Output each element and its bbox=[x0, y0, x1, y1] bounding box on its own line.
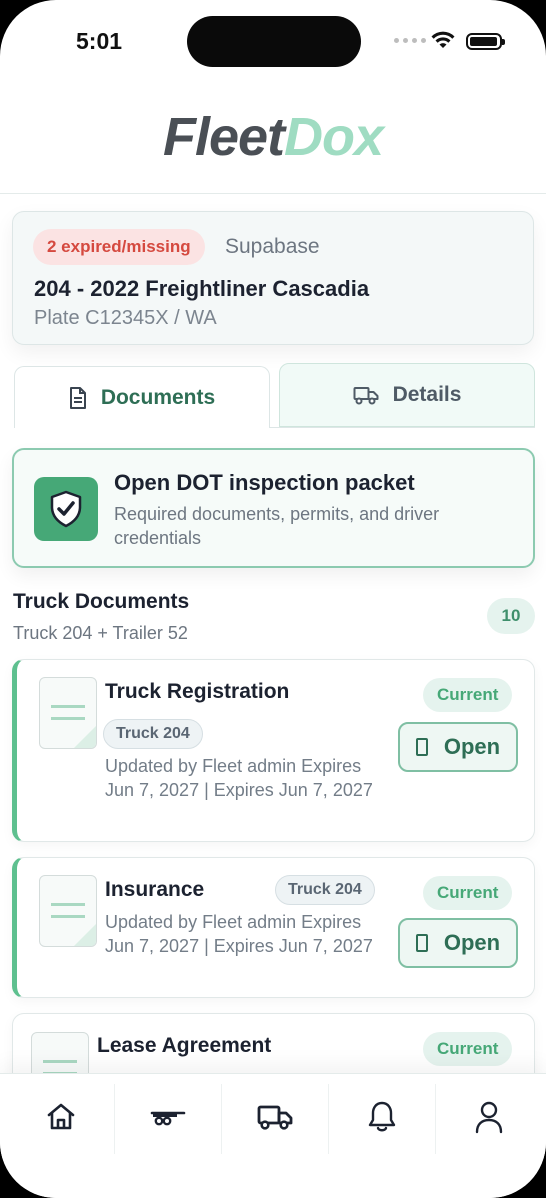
document-status-badge: Current bbox=[423, 1032, 513, 1066]
nav-home[interactable] bbox=[7, 1074, 114, 1160]
truck-icon bbox=[353, 387, 379, 405]
file-icon bbox=[39, 875, 97, 947]
tab-divider bbox=[270, 427, 535, 428]
tab-details[interactable]: Details bbox=[279, 363, 535, 427]
truck-icon bbox=[257, 1105, 292, 1130]
file-icon bbox=[39, 677, 97, 749]
vehicle-plate: Plate C12345X / WA bbox=[34, 307, 217, 329]
home-icon bbox=[47, 1103, 74, 1130]
status-bar: 5:01 bbox=[0, 0, 546, 84]
bell-icon bbox=[368, 1101, 395, 1132]
document-icon bbox=[69, 386, 86, 409]
tab-details-label: Details bbox=[392, 383, 462, 406]
document-meta: Updated by Fleet admin Expires Jun 7, 20… bbox=[105, 756, 373, 800]
document-card-truck-registration[interactable]: Truck Registration Truck 204 Updated by … bbox=[12, 659, 535, 842]
trailer-icon bbox=[150, 1111, 185, 1126]
document-card-insurance[interactable]: Insurance Truck 204 Updated by Fleet adm… bbox=[12, 857, 535, 998]
nav-trailers[interactable] bbox=[114, 1074, 221, 1160]
section-subtitle: Truck 204 + Trailer 52 bbox=[13, 623, 188, 643]
wifi-icon bbox=[431, 31, 455, 48]
app-screen: 5:01 FleetDox 2 expired/missing Supabase… bbox=[0, 0, 546, 1198]
open-button-label: Open bbox=[443, 734, 501, 759]
document-title: Insurance bbox=[105, 878, 205, 901]
document-status-badge: Current bbox=[423, 678, 513, 712]
expired-status-badge: 2 expired/missing bbox=[33, 229, 205, 265]
user-icon bbox=[475, 1101, 502, 1134]
dot-packet-title: Open DOT inspection packet bbox=[114, 470, 415, 495]
cellular-signal-icon bbox=[394, 38, 426, 43]
nav-profile[interactable] bbox=[435, 1074, 542, 1160]
data-source-label: Supabase bbox=[225, 235, 320, 258]
shield-check-icon bbox=[34, 477, 98, 541]
tab-documents-label: Documents bbox=[100, 385, 216, 409]
section-title: Truck Documents bbox=[13, 590, 190, 613]
dot-inspection-packet-card[interactable]: Open DOT inspection packet Required docu… bbox=[12, 448, 535, 568]
nav-notifications[interactable] bbox=[328, 1074, 435, 1160]
main-content: 2 expired/missing Supabase 204 - 2022 Fr… bbox=[0, 195, 546, 1133]
fleetdox-logo: FleetDox bbox=[162, 107, 384, 167]
document-count-badge: 10 bbox=[487, 598, 535, 634]
mobile-icon bbox=[415, 934, 428, 952]
document-title: Lease Agreement bbox=[97, 1034, 272, 1057]
battery-icon bbox=[466, 33, 505, 50]
dot-packet-subtitle: Required documents, permits, and driver … bbox=[114, 504, 440, 548]
open-document-button[interactable]: Open bbox=[398, 918, 518, 968]
tab-documents[interactable]: Documents bbox=[14, 366, 270, 428]
status-time: 5:01 bbox=[76, 28, 123, 54]
open-document-button[interactable]: Open bbox=[398, 722, 518, 772]
vehicle-summary-card: 2 expired/missing Supabase 204 - 2022 Fr… bbox=[12, 211, 534, 345]
vehicle-title: 204 - 2022 Freightliner Cascadia bbox=[34, 276, 370, 301]
document-tag: Truck 204 bbox=[103, 719, 203, 749]
nav-trucks[interactable] bbox=[221, 1074, 328, 1160]
open-button-label: Open bbox=[443, 930, 501, 955]
document-tag: Truck 204 bbox=[275, 875, 375, 905]
document-meta: Updated by Fleet admin Expires Jun 7, 20… bbox=[105, 912, 373, 956]
dynamic-island bbox=[187, 16, 361, 67]
document-title: Truck Registration bbox=[105, 680, 290, 703]
mobile-icon bbox=[415, 738, 428, 756]
document-status-badge: Current bbox=[423, 876, 513, 910]
app-header: FleetDox bbox=[0, 84, 546, 194]
